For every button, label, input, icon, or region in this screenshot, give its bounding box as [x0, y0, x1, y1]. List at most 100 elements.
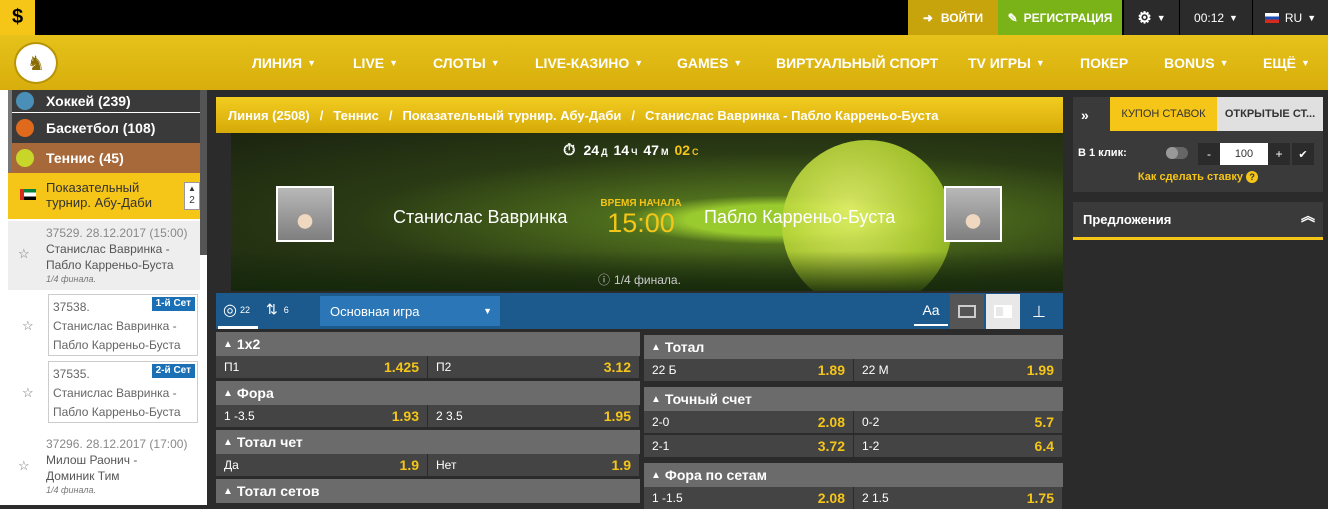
nav-live[interactable]: LIVE ▼: [353, 35, 398, 90]
market-header[interactable]: ▲ Тотал сетов: [216, 479, 640, 503]
odds-cell[interactable]: 22 Б 1.89: [644, 359, 854, 381]
clock-button[interactable]: 00:12 ▼: [1180, 0, 1252, 35]
player1-name: Станислас Вавринка: [393, 207, 568, 227]
decrease-amount-button[interactable]: -: [1198, 143, 1220, 165]
nav-tv-games[interactable]: TV ИГРЫ ▼: [968, 35, 1045, 90]
nav-label: СЛОТЫ: [433, 54, 486, 71]
two-column-button[interactable]: [986, 294, 1020, 329]
outcome-label: 22 Б: [652, 363, 677, 377]
bet-coupon: » КУПОН СТАВОК ОТКРЫТЫЕ СТ... В 1 клик: …: [1073, 97, 1323, 192]
event-item[interactable]: ☆ 37296. 28.12.2017 (17:00) Милош Раонич…: [8, 430, 200, 505]
odds-value: 1.75: [1026, 490, 1054, 506]
sport-accent-bar: [8, 90, 12, 172]
bet-amount-value: 100: [1234, 148, 1254, 160]
odds-cell[interactable]: Да 1.9: [216, 454, 428, 476]
market-header[interactable]: ▲ Фора: [216, 381, 640, 405]
market-row: 2-0 2.08 0-2 5.7: [644, 411, 1063, 433]
increase-amount-button[interactable]: +: [1268, 143, 1290, 165]
chevron-up-icon: ▲: [223, 436, 233, 448]
market-group-select[interactable]: Основная игра ▼: [320, 296, 500, 326]
nav-label: ПОКЕР: [1080, 54, 1129, 71]
sport-item-basketball[interactable]: Баскетбол (108): [8, 113, 206, 143]
text-size-button[interactable]: Aa: [914, 296, 948, 326]
offers-panel[interactable]: Предложения ︽: [1073, 202, 1323, 240]
nav-live-casino[interactable]: LIVE-КАЗИНО ▼: [535, 35, 643, 90]
sport-item-hockey[interactable]: Хоккей (239): [8, 90, 206, 112]
tab-open-bets[interactable]: ОТКРЫТЫЕ СТ...: [1217, 97, 1323, 131]
market-header[interactable]: ▲ Фора по сетам: [644, 463, 1063, 487]
market-header[interactable]: ▲ Точный счет: [644, 387, 1063, 411]
market-header[interactable]: ▲ Тотал чет: [216, 430, 640, 454]
sidebar-scrollbar[interactable]: [200, 90, 207, 255]
odds-cell[interactable]: 1-2 6.4: [854, 435, 1063, 457]
match-stage: ⓘ 1/4 финала.: [598, 271, 681, 288]
odds-value: 2.08: [817, 490, 845, 506]
tennis-ball-icon: [16, 149, 34, 167]
event-item[interactable]: ☆ 37529. 28.12.2017 (15:00) Станислас Ва…: [8, 221, 200, 290]
login-button[interactable]: ➜ ВОЙТИ: [908, 0, 998, 35]
uae-flag-icon: [20, 189, 36, 200]
tournament-item[interactable]: Показательный турнир. Абу-Даби ▲ 2: [8, 173, 206, 219]
language-select[interactable]: RU ▼: [1253, 0, 1328, 35]
nav-line[interactable]: ЛИНИЯ ▼: [252, 35, 316, 90]
nav-poker[interactable]: ПОКЕР: [1080, 35, 1128, 90]
odds-cell[interactable]: Нет 1.9: [428, 454, 640, 476]
single-column-button[interactable]: [950, 294, 984, 329]
markets-right: ▲ Тотал 22 Б 1.89 22 М 1.99 ▲ Точный счет 2-…: [644, 335, 1063, 509]
market-row: П1 1.425 П2 3.12: [216, 356, 640, 378]
subevent-card[interactable]: 2-й Сет 37535. Станислас Вавринка - Пабл…: [48, 361, 198, 423]
russia-flag-icon: [1264, 12, 1279, 23]
star-icon[interactable]: ☆: [22, 385, 34, 401]
breadcrumb-tournament[interactable]: Показательный турнир. Абу-Даби: [402, 108, 621, 123]
dollar-icon[interactable]: $: [0, 0, 35, 35]
star-icon[interactable]: ☆: [22, 318, 34, 334]
star-icon[interactable]: ☆: [18, 458, 30, 474]
double-chevron-up-icon[interactable]: ︽: [1301, 206, 1315, 226]
odds-cell[interactable]: 2 3.5 1.95: [428, 405, 640, 427]
logo-icon[interactable]: ♞: [14, 42, 58, 84]
nav-games[interactable]: GAMES ▼: [677, 35, 742, 90]
odds-cell[interactable]: 1 -3.5 1.93: [216, 405, 428, 427]
register-button[interactable]: ✎ РЕГИСТРАЦИЯ: [998, 0, 1122, 35]
nav-more[interactable]: ЕЩЁ ▼: [1263, 35, 1310, 90]
star-icon[interactable]: ☆: [18, 246, 30, 262]
odds-cell[interactable]: 2-0 2.08: [644, 411, 854, 433]
market-header[interactable]: ▲ Тотал: [644, 335, 1063, 359]
odds-value: 1.95: [603, 408, 631, 424]
odds-cell[interactable]: 2-1 3.72: [644, 435, 854, 457]
chevron-down-icon: ▼: [1219, 57, 1229, 68]
subevent-card[interactable]: 1-й Сет 37538. Станислас Вавринка - Пабл…: [48, 294, 198, 356]
check-icon[interactable]: ✔: [1292, 143, 1314, 165]
nav-virtual-sport[interactable]: ВИРТУАЛЬНЫЙ СПОРТ: [776, 35, 938, 90]
odds-cell[interactable]: П1 1.425: [216, 356, 428, 378]
market-header[interactable]: ▲ 1x2: [216, 332, 640, 356]
nav-label: ЛИНИЯ: [252, 54, 303, 71]
odds-cell[interactable]: П2 3.12: [428, 356, 640, 378]
start-time: 15:00: [607, 208, 675, 238]
tab-coupon[interactable]: КУПОН СТАВОК: [1110, 97, 1217, 131]
odds-cell[interactable]: 1 -1.5 2.08: [644, 487, 854, 509]
odds-cell[interactable]: 22 М 1.99: [854, 359, 1063, 381]
bet-amount-input[interactable]: 100: [1220, 143, 1268, 165]
all-markets-tab[interactable]: ◎ 22: [223, 300, 250, 320]
settings-button[interactable]: ⚙ ▼: [1124, 0, 1179, 35]
sport-item-tennis[interactable]: Теннис (45): [8, 143, 206, 173]
how-to-bet-link[interactable]: Как сделать ставку ?: [1073, 171, 1323, 183]
collapse-button[interactable]: ⊥: [1022, 294, 1056, 329]
one-click-toggle[interactable]: [1166, 147, 1188, 159]
sort-tab[interactable]: ⇅ 6: [266, 301, 289, 318]
event-name: Станислас Вавринка - Пабло Карреньо-Буст…: [46, 242, 174, 272]
event-stage: 1/4 финала.: [46, 274, 96, 284]
nav-slots[interactable]: СЛОТЫ ▼: [433, 35, 500, 90]
info-icon: ⓘ: [598, 273, 611, 287]
breadcrumb-sport[interactable]: Теннис: [333, 108, 378, 123]
nav-bonus[interactable]: BONUS ▼: [1164, 35, 1228, 90]
breadcrumb-separator: /: [319, 107, 324, 123]
double-chevron-right-icon[interactable]: »: [1081, 107, 1089, 123]
odds-cell[interactable]: 0-2 5.7: [854, 411, 1063, 433]
breadcrumb-line[interactable]: Линия (2508): [228, 108, 310, 123]
odds-value: 1.425: [383, 359, 419, 375]
tournament-count[interactable]: ▲ 2: [184, 182, 200, 210]
breadcrumb-separator: /: [388, 107, 393, 123]
odds-cell[interactable]: 2 1.5 1.75: [854, 487, 1063, 509]
